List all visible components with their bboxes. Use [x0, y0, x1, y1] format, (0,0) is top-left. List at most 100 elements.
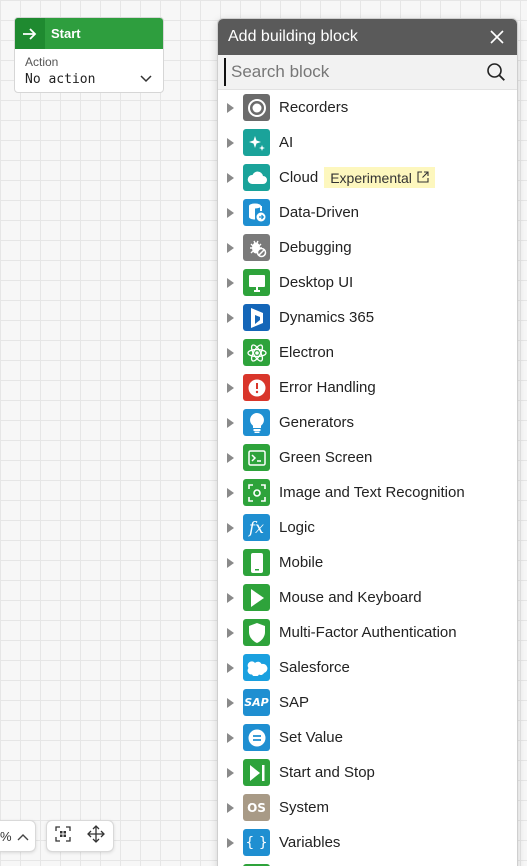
- bulb-icon: [243, 409, 270, 436]
- list-item-sap[interactable]: SAP SAP: [218, 685, 517, 720]
- list-item-mfa[interactable]: Multi-Factor Authentication: [218, 615, 517, 650]
- action-label: Action: [25, 55, 59, 69]
- focus-icon: [243, 479, 270, 506]
- experimental-badge[interactable]: Experimental: [324, 167, 435, 188]
- os-icon: OS: [243, 794, 270, 821]
- salesforce-icon: [243, 654, 270, 681]
- item-label: Error Handling: [279, 379, 376, 396]
- expand-caret-icon[interactable]: [227, 627, 234, 638]
- list-item-system[interactable]: OS System: [218, 790, 517, 825]
- item-label: System: [279, 799, 330, 816]
- list-item-electron[interactable]: Electron: [218, 335, 517, 370]
- start-node-title: Start: [51, 26, 81, 41]
- list-item-partial[interactable]: [218, 860, 517, 866]
- list-item-debugging[interactable]: Debugging: [218, 230, 517, 265]
- function-icon: fx: [243, 514, 270, 541]
- item-label: Start and Stop: [279, 764, 375, 781]
- expand-caret-icon[interactable]: [227, 767, 234, 778]
- expand-caret-icon[interactable]: [227, 172, 234, 183]
- panel-title: Add building block: [228, 28, 358, 45]
- expand-caret-icon[interactable]: [227, 347, 234, 358]
- expand-caret-icon[interactable]: [227, 312, 234, 323]
- expand-caret-icon[interactable]: [227, 697, 234, 708]
- expand-caret-icon[interactable]: [227, 207, 234, 218]
- panel-header: Add building block: [218, 19, 517, 55]
- zoom-percent: %: [0, 828, 12, 844]
- list-item-ai[interactable]: AI: [218, 125, 517, 160]
- close-icon[interactable]: [487, 27, 507, 47]
- zoom-control[interactable]: %: [0, 820, 36, 852]
- expand-caret-icon[interactable]: [227, 277, 234, 288]
- expand-caret-icon[interactable]: [227, 487, 234, 498]
- item-label: Data-Driven: [279, 204, 360, 221]
- list-item-desktop-ui[interactable]: Desktop UI: [218, 265, 517, 300]
- item-label: SAP: [279, 694, 310, 711]
- list-item-cloud[interactable]: Cloud Experimental: [218, 160, 517, 195]
- canvas-tools: [46, 820, 114, 852]
- search-row: [218, 55, 517, 90]
- start-node[interactable]: Start Action No action: [14, 17, 164, 93]
- expand-caret-icon[interactable]: [227, 102, 234, 113]
- list-item-variables[interactable]: { } Variables: [218, 825, 517, 860]
- atom-icon: [243, 339, 270, 366]
- item-label: Debugging: [279, 239, 352, 256]
- expand-caret-icon[interactable]: [227, 417, 234, 428]
- item-label: Set Value: [279, 729, 343, 746]
- list-item-set-value[interactable]: Set Value: [218, 720, 517, 755]
- item-label: Generators: [279, 414, 355, 431]
- expand-caret-icon[interactable]: [227, 802, 234, 813]
- dynamics-icon: [243, 304, 270, 331]
- pan-icon[interactable]: [87, 824, 105, 848]
- expand-caret-icon[interactable]: [227, 382, 234, 393]
- search-icon[interactable]: [485, 61, 507, 83]
- braces-icon: { }: [243, 829, 270, 856]
- cursor-icon: [243, 584, 270, 611]
- item-label: AI: [279, 134, 294, 151]
- item-label: Mouse and Keyboard: [279, 589, 422, 606]
- chevron-down-icon: [139, 70, 153, 88]
- list-item-dynamics-365[interactable]: Dynamics 365: [218, 300, 517, 335]
- search-input[interactable]: [224, 58, 485, 86]
- item-label: Salesforce: [279, 659, 350, 676]
- expand-caret-icon[interactable]: [227, 732, 234, 743]
- error-icon: [243, 374, 270, 401]
- bug-icon: [243, 234, 270, 261]
- action-dropdown[interactable]: No action: [25, 70, 153, 88]
- external-link-icon: [417, 170, 429, 186]
- action-value: No action: [25, 71, 96, 87]
- expand-caret-icon[interactable]: [227, 137, 234, 148]
- expand-caret-icon[interactable]: [227, 522, 234, 533]
- start-node-header: Start: [15, 18, 163, 49]
- expand-caret-icon[interactable]: [227, 662, 234, 673]
- item-label: Desktop UI: [279, 274, 354, 291]
- shield-icon: [243, 619, 270, 646]
- sap-icon: SAP: [243, 689, 270, 716]
- item-label: Green Screen: [279, 449, 373, 466]
- expand-caret-icon[interactable]: [227, 242, 234, 253]
- expand-caret-icon[interactable]: [227, 557, 234, 568]
- arrow-right-icon: [15, 18, 45, 49]
- terminal-icon: [243, 444, 270, 471]
- list-item-start-stop[interactable]: Start and Stop: [218, 755, 517, 790]
- item-label: Mobile: [279, 554, 324, 571]
- list-item-mouse-keyboard[interactable]: Mouse and Keyboard: [218, 580, 517, 615]
- database-icon: [243, 199, 270, 226]
- item-label: Multi-Factor Authentication: [279, 624, 457, 641]
- chevron-up-icon[interactable]: [17, 829, 29, 844]
- list-item-salesforce[interactable]: Salesforce: [218, 650, 517, 685]
- list-item-data-driven[interactable]: Data-Driven: [218, 195, 517, 230]
- badge-label: Experimental: [330, 169, 412, 186]
- list-item-mobile[interactable]: Mobile: [218, 545, 517, 580]
- item-label: Electron: [279, 344, 335, 361]
- list-item-recorders[interactable]: Recorders: [218, 90, 517, 125]
- list-item-error-handling[interactable]: Error Handling: [218, 370, 517, 405]
- list-item-image-text-recognition[interactable]: Image and Text Recognition: [218, 475, 517, 510]
- expand-caret-icon[interactable]: [227, 452, 234, 463]
- list-item-green-screen[interactable]: Green Screen: [218, 440, 517, 475]
- list-item-logic[interactable]: fx Logic: [218, 510, 517, 545]
- list-item-generators[interactable]: Generators: [218, 405, 517, 440]
- expand-caret-icon[interactable]: [227, 592, 234, 603]
- expand-caret-icon[interactable]: [227, 837, 234, 848]
- equals-icon: [243, 724, 270, 751]
- fit-view-icon[interactable]: [55, 825, 71, 847]
